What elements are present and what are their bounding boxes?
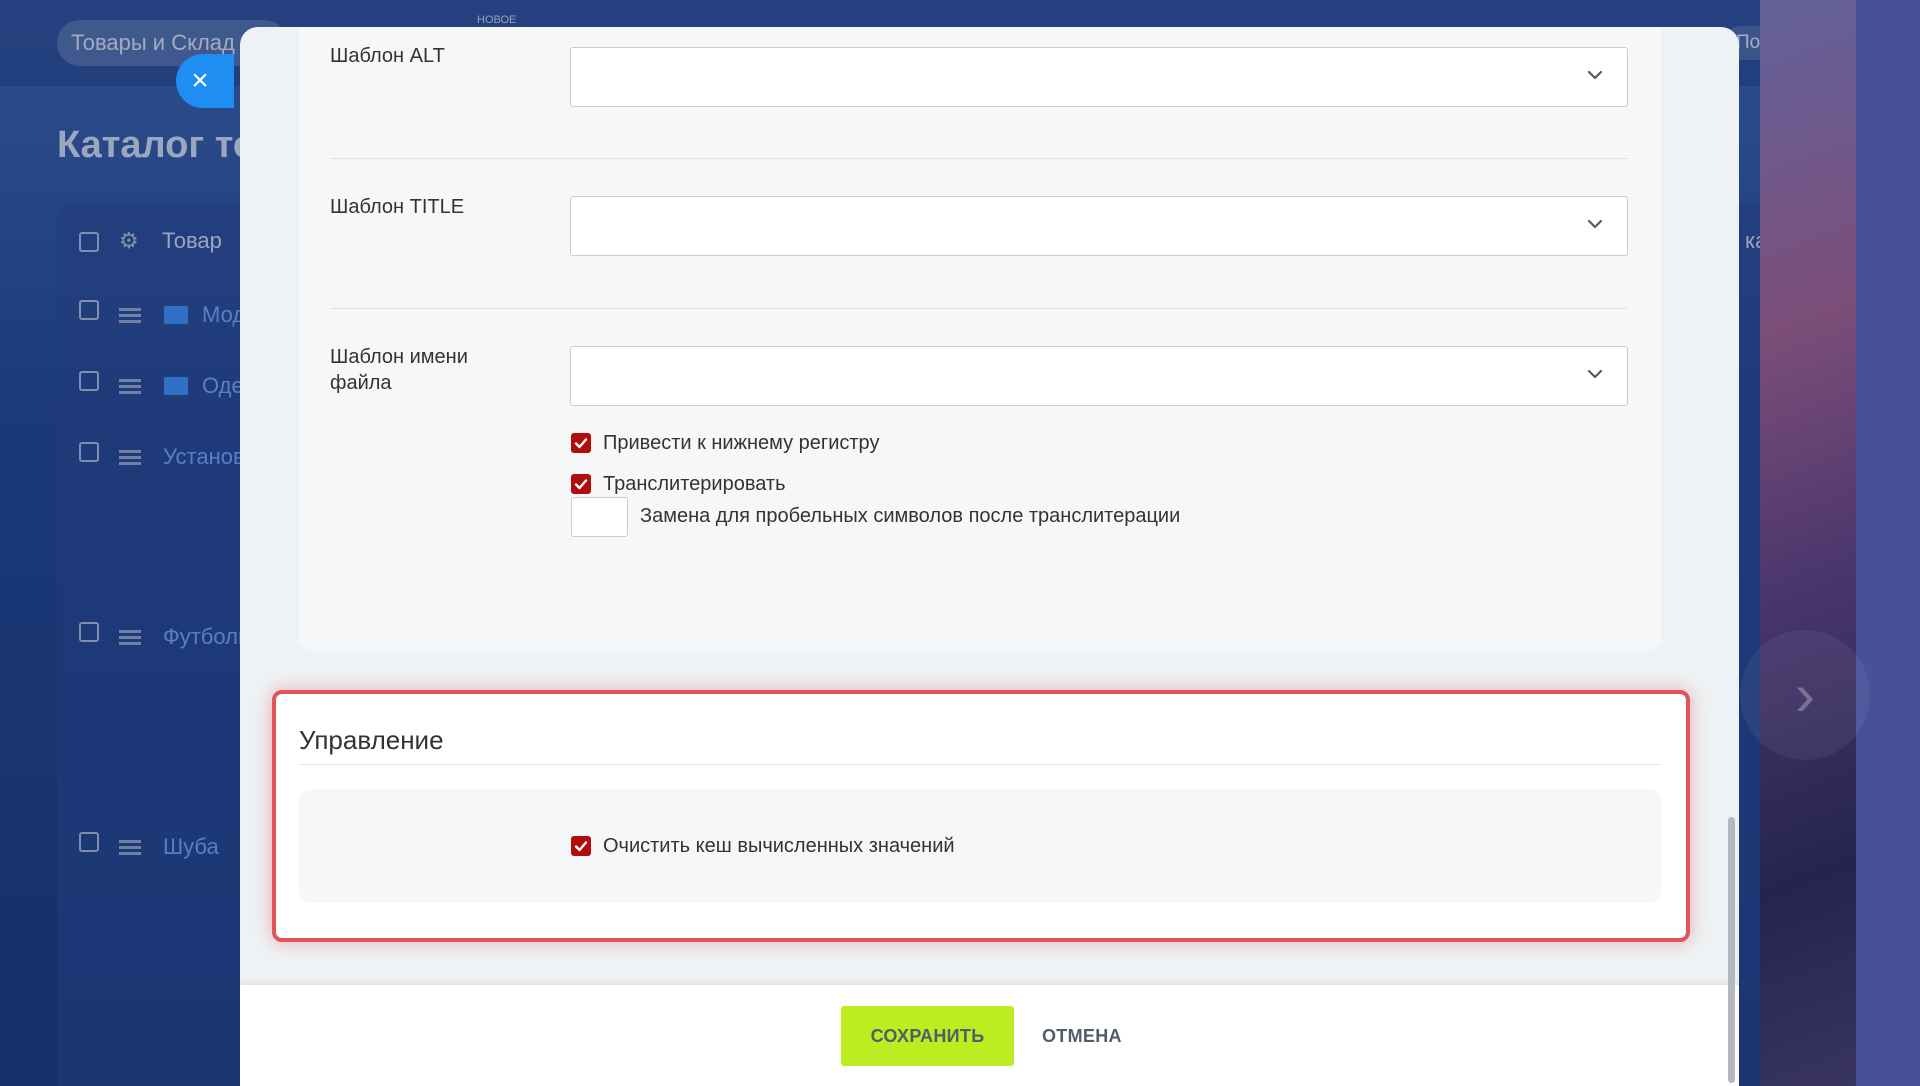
lowercase-checkbox[interactable] [571, 433, 591, 453]
title-template-label: Шаблон TITLE [330, 196, 465, 218]
checkmark-icon [574, 841, 588, 852]
filename-template-label: Шаблон имени файла [330, 346, 468, 394]
slider-content: Шаблон ALT Шаблон TITLE Шаблон имени фай… [240, 27, 1739, 985]
space-replace-label: Замена для пробельных символов после тра… [640, 505, 1181, 527]
seo-templates-card [299, 27, 1661, 651]
settings-slider: Шаблон ALT Шаблон TITLE Шаблон имени фай… [240, 27, 1739, 1086]
checkmark-icon [574, 438, 588, 449]
cancel-button[interactable]: ОТМЕНА [1028, 1006, 1136, 1066]
scrollbar[interactable] [1723, 27, 1739, 1086]
section-divider [299, 764, 1661, 765]
lowercase-option[interactable]: Привести к нижнему регистру [571, 429, 879, 457]
management-card [299, 789, 1661, 903]
slider-footer: СОХРАНИТЬ ОТМЕНА [240, 985, 1739, 1086]
space-replace-input[interactable] [571, 497, 628, 537]
divider [330, 308, 1628, 309]
translit-option[interactable]: Транслитерировать [571, 470, 786, 498]
translit-label: Транслитерировать [603, 472, 786, 495]
chevron-down-icon [1587, 369, 1603, 379]
slider-close-button[interactable]: × [176, 54, 234, 108]
chevron-down-icon [1587, 219, 1603, 229]
clear-cache-label: Очистить кеш вычисленных значений [603, 834, 955, 857]
alt-template-label: Шаблон ALT [330, 45, 445, 67]
lowercase-label: Привести к нижнему регистру [603, 431, 880, 454]
divider [330, 158, 1628, 159]
save-button[interactable]: СОХРАНИТЬ [841, 1006, 1014, 1066]
scrollbar-thumb[interactable] [1728, 817, 1735, 1083]
alt-template-select[interactable] [570, 47, 1628, 107]
title-template-select[interactable] [570, 196, 1628, 256]
clear-cache-checkbox[interactable] [571, 836, 591, 856]
filename-template-select[interactable] [570, 346, 1628, 406]
management-section-title: Управление [299, 725, 444, 755]
close-icon: × [191, 64, 209, 97]
chevron-down-icon [1587, 70, 1603, 80]
translit-checkbox[interactable] [571, 474, 591, 494]
clear-cache-option[interactable]: Очистить кеш вычисленных значений [571, 832, 955, 860]
checkmark-icon [574, 479, 588, 490]
